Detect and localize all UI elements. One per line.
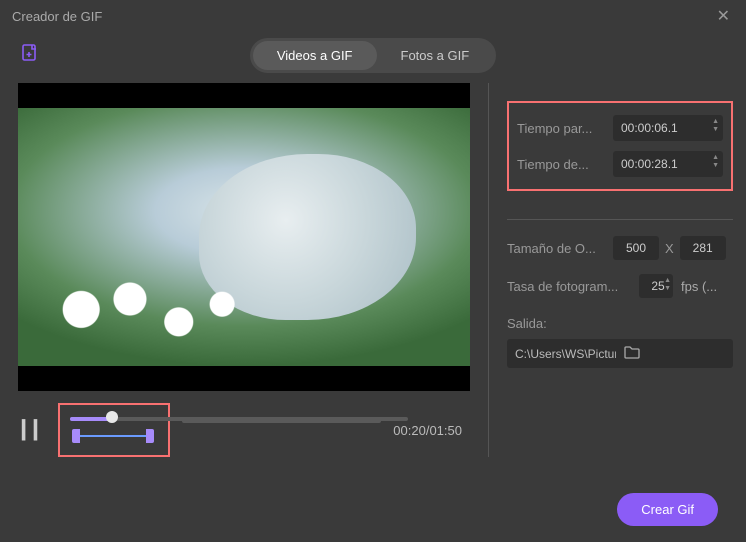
- create-gif-button[interactable]: Crear Gif: [617, 493, 718, 526]
- clip-range-track: [76, 435, 150, 437]
- start-time-stepper[interactable]: ▲▼: [712, 118, 719, 134]
- fps-stepper[interactable]: ▲▼: [664, 277, 671, 293]
- width-input[interactable]: [613, 236, 659, 260]
- start-time-label: Tiempo par...: [517, 121, 605, 136]
- end-time-label: Tiempo de...: [517, 157, 605, 172]
- output-size-label: Tamaño de O...: [507, 241, 607, 256]
- time-readout: 00:20/01:50: [393, 423, 466, 438]
- add-file-icon[interactable]: [20, 43, 40, 69]
- preview-panel: ▎▎ 00:20/01:50: [18, 83, 470, 457]
- fps-label: Tasa de fotogram...: [507, 279, 631, 294]
- size-separator: X: [665, 241, 674, 256]
- tab-videos-to-gif[interactable]: Videos a GIF: [253, 41, 377, 70]
- output-label: Salida:: [507, 316, 733, 331]
- playback-controls: ▎▎ 00:20/01:50: [18, 391, 470, 457]
- video-frame: [18, 108, 470, 366]
- timeline-track[interactable]: [70, 417, 408, 421]
- height-input[interactable]: [680, 236, 726, 260]
- clip-start-handle[interactable]: [72, 429, 80, 443]
- fps-row: Tasa de fotogram... ▲▼ fps (...: [507, 274, 733, 298]
- output-size-row: Tamaño de O... X: [507, 236, 733, 260]
- divider: [507, 219, 733, 220]
- time-current: 00:20: [393, 423, 426, 438]
- time-range-highlight: Tiempo par... ▲▼ Tiempo de... ▲▼: [507, 101, 733, 191]
- titlebar: Creador de GIF ✕: [0, 0, 746, 32]
- end-time-input[interactable]: [613, 151, 723, 177]
- output-path-field: C:\Users\WS\Pictures\Wonde: [507, 339, 733, 368]
- start-time-row: Tiempo par... ▲▼: [517, 115, 723, 141]
- timeline[interactable]: [70, 411, 158, 447]
- close-icon[interactable]: ✕: [713, 2, 734, 30]
- end-time-row: Tiempo de... ▲▼: [517, 151, 723, 177]
- pause-button[interactable]: ▎▎: [22, 420, 46, 441]
- playhead[interactable]: [106, 411, 118, 423]
- timeline-highlight: [58, 403, 170, 457]
- mode-tabs: Videos a GIF Fotos a GIF: [250, 38, 496, 73]
- output-path-text: C:\Users\WS\Pictures\Wonde: [515, 347, 616, 361]
- folder-icon[interactable]: [624, 345, 725, 362]
- start-time-input[interactable]: [613, 115, 723, 141]
- clip-end-handle[interactable]: [146, 429, 154, 443]
- tab-photos-to-gif[interactable]: Fotos a GIF: [377, 41, 494, 70]
- window-title: Creador de GIF: [12, 9, 102, 24]
- fps-unit: fps (...: [681, 279, 717, 294]
- end-time-stepper[interactable]: ▲▼: [712, 154, 719, 170]
- time-total: 01:50: [429, 423, 462, 438]
- settings-panel: Tiempo par... ▲▼ Tiempo de... ▲▼ Tamaño …: [488, 83, 733, 457]
- video-preview[interactable]: [18, 83, 470, 391]
- footer: Crear Gif: [617, 493, 718, 526]
- toolbar-row: Videos a GIF Fotos a GIF: [0, 32, 746, 83]
